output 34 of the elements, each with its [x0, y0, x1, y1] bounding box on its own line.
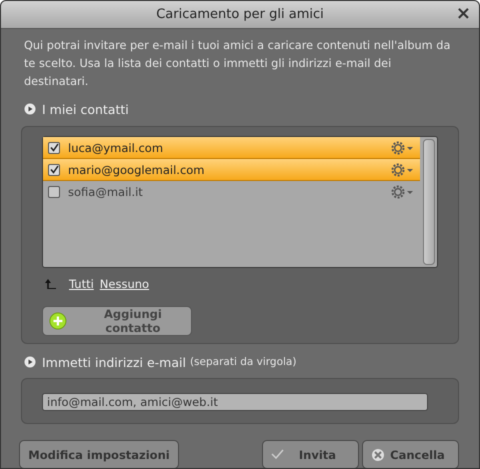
description-text: Qui potrai invitare per e-mail i tuoi amici a caricare contenuti nell'album da te scelto. Usa la lista dei contatti o immetti gli indirizzi e-mail dei destinatari.	[24, 38, 452, 90]
add-contact-button[interactable]: Aggiungi contatto	[42, 306, 192, 336]
checkbox[interactable]	[48, 164, 60, 176]
check-icon	[271, 448, 285, 462]
select-arrow-icon	[45, 278, 57, 290]
gear-menu-icon[interactable]	[390, 140, 414, 156]
hint-text: (separati da virgola)	[190, 356, 296, 368]
invite-button[interactable]: Invita	[262, 440, 359, 468]
close-button[interactable]: ×	[456, 5, 471, 23]
expand-icon	[24, 103, 36, 115]
contact-row[interactable]: mario@googlemail.com	[43, 159, 420, 181]
expand-icon	[24, 356, 36, 368]
contact-row[interactable]: sofia@mail.it	[43, 181, 420, 203]
gear-menu-icon[interactable]	[390, 162, 414, 178]
contact-email: sofia@mail.it	[68, 184, 144, 198]
cancel-icon	[371, 448, 385, 462]
gear-menu-icon[interactable]	[390, 184, 414, 200]
checkmark-icon	[50, 143, 58, 152]
email-input-field[interactable]: info@mail.com, amici@web.it	[42, 393, 428, 411]
section-title: I miei contatti	[42, 102, 129, 116]
section-title: Immetti indirizzi e-mail	[42, 354, 186, 370]
window-title: Caricamento per gli amici	[156, 7, 324, 22]
select-link[interactable]: Nessuno	[100, 277, 150, 291]
contact-email: luca@ymail.com	[68, 140, 164, 154]
contact-row[interactable]: luca@ymail.com	[43, 137, 420, 159]
select-link[interactable]: Tutti	[69, 277, 94, 291]
checkbox[interactable]	[48, 142, 60, 154]
settings-button[interactable]: Modifica impostazioni	[19, 440, 179, 468]
plus-icon	[49, 311, 67, 331]
checkmark-icon	[50, 165, 58, 174]
cancel-button[interactable]: Cancella	[362, 440, 459, 468]
contact-email: mario@googlemail.com	[68, 162, 206, 176]
checkbox[interactable]	[48, 186, 60, 198]
scrollbar[interactable]	[423, 139, 435, 265]
